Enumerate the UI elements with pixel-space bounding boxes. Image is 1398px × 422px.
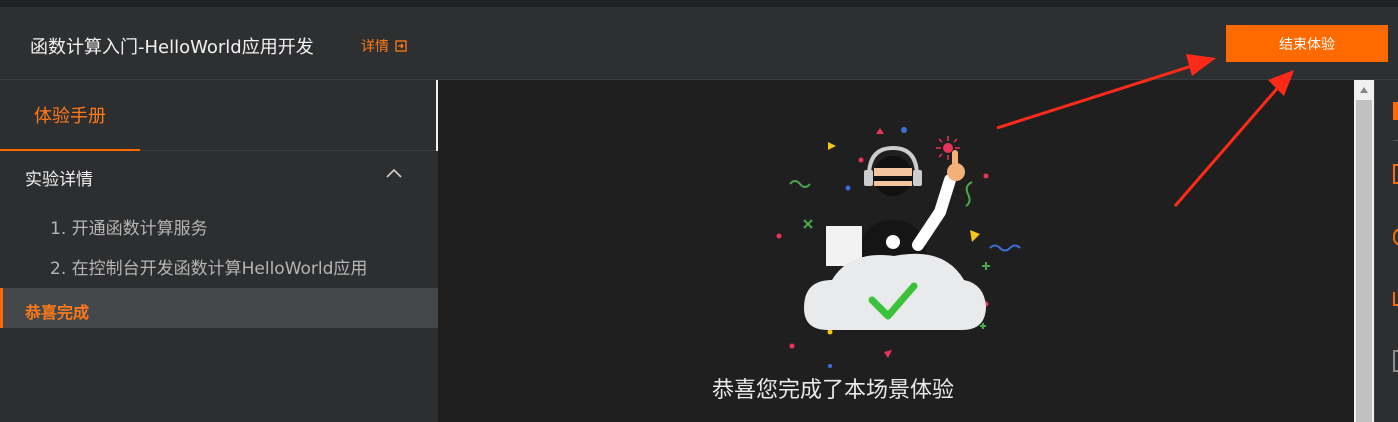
confetti xyxy=(970,230,980,242)
confetti xyxy=(943,143,953,153)
toolbar-icon-4[interactable] xyxy=(1393,292,1398,306)
header-bar: 函数计算入门-HelloWorld应用开发 详情 结束体验 xyxy=(0,7,1398,80)
confetti xyxy=(828,364,832,368)
active-item-label: 恭喜完成 xyxy=(25,303,90,322)
step-item-1[interactable]: 1. 开通函数计算服务 xyxy=(50,214,208,239)
confetti xyxy=(901,127,907,133)
arrow-up-icon xyxy=(1360,87,1368,93)
congrats-message: 恭喜您完成了本场景体验 xyxy=(711,378,954,403)
confetti xyxy=(803,219,813,229)
details-link[interactable]: 详情 xyxy=(361,36,408,56)
confetti xyxy=(884,350,892,358)
confetti xyxy=(789,343,795,349)
top-strip xyxy=(0,0,1398,7)
sidebar: 体验手册 实验详情 1. 开通函数计算服务 2. 在控制台开发函数计算Hello… xyxy=(0,80,438,422)
vertical-scrollbar[interactable] xyxy=(1354,80,1374,422)
step-item-complete[interactable]: 恭喜完成 xyxy=(0,288,438,328)
toolbar-icon-3[interactable] xyxy=(1393,228,1398,246)
confetti xyxy=(858,157,864,163)
confetti xyxy=(876,128,884,134)
confetti xyxy=(776,233,782,239)
section-experiment-details[interactable]: 实验详情 xyxy=(0,151,438,199)
toolbar-icon-2[interactable] xyxy=(1393,164,1398,184)
chevron-up-icon[interactable] xyxy=(386,168,402,178)
confetti xyxy=(983,173,989,179)
toolbar-icon-1[interactable] xyxy=(1393,102,1398,120)
confetti xyxy=(965,181,973,207)
sidebar-tabbar: 体验手册 xyxy=(0,80,438,151)
end-experience-button[interactable]: 结束体验 xyxy=(1226,25,1388,62)
figure-eyes xyxy=(874,176,912,181)
confetti xyxy=(989,244,1021,252)
headset-earcup xyxy=(913,170,922,186)
tab-experience-manual[interactable]: 体验手册 xyxy=(0,80,140,151)
confetti xyxy=(982,262,990,270)
toolbar-icon-5[interactable] xyxy=(1393,350,1398,372)
figure-arm xyxy=(912,174,956,251)
confetti xyxy=(828,142,836,150)
toolbar-divider xyxy=(1393,140,1398,141)
confetti xyxy=(845,185,851,191)
external-link-icon xyxy=(395,40,408,52)
scroll-up-button[interactable] xyxy=(1354,80,1374,100)
confetti xyxy=(827,329,833,335)
figure-finger xyxy=(952,150,958,166)
details-label: 详情 xyxy=(361,39,389,55)
confetti xyxy=(980,323,986,329)
figure-emblem xyxy=(886,235,900,249)
scroll-thumb[interactable] xyxy=(1356,100,1372,422)
right-toolbar xyxy=(1374,80,1398,422)
section-title: 实验详情 xyxy=(25,170,93,190)
confetti xyxy=(789,180,811,188)
headset-earcup xyxy=(864,170,873,186)
main-content: 恭喜您完成了本场景体验 xyxy=(438,80,1354,422)
step-item-2[interactable]: 2. 在控制台开发函数计算HelloWorld应用 xyxy=(50,254,367,279)
celebration-illustration xyxy=(776,127,1021,368)
page-title: 函数计算入门-HelloWorld应用开发 xyxy=(30,37,314,58)
